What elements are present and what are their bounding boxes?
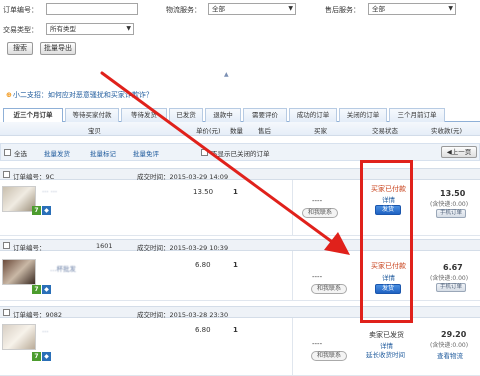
hide-closed-label: 不显示已关闭的订单: [211, 150, 270, 158]
chevron-down-icon: ▼: [126, 25, 131, 32]
product-thumbnail[interactable]: [2, 186, 36, 212]
col-item: 宝贝: [88, 127, 101, 135]
product-thumbnail[interactable]: [2, 324, 36, 350]
order-checkbox[interactable]: [3, 242, 10, 249]
collapse-icon[interactable]: ▲: [224, 71, 229, 78]
chevron-down-icon: ▼: [288, 5, 293, 12]
col-unit-price: 单价(元): [196, 127, 221, 135]
tab-refunding[interactable]: 退款中: [205, 108, 241, 122]
batch-free-eval-link[interactable]: 批量免评: [133, 148, 159, 158]
col-quantity: 数量: [230, 127, 243, 135]
trade-type-label: 交易类型：: [3, 26, 38, 34]
prev-page-button[interactable]: ◀上一页: [441, 146, 477, 158]
divider: [292, 318, 293, 376]
paid-amount: 29.20: [441, 330, 467, 339]
batch-ship-link[interactable]: 批量发货: [44, 148, 70, 158]
select-all-label: 全选: [14, 150, 27, 158]
highlight-box: [360, 160, 413, 323]
guarantee-icon: ◆: [42, 352, 51, 361]
quantity: 1: [233, 188, 238, 196]
aftersale-label: 售后服务：: [325, 6, 360, 14]
mobile-order-button[interactable]: 手机订单: [436, 283, 466, 292]
view-logistics-link[interactable]: 查看物流: [437, 350, 463, 360]
select-all-checkbox[interactable]: [4, 149, 11, 156]
aftersale-select[interactable]: 全部 ▼: [368, 3, 456, 15]
contact-buyer-button[interactable]: 和我联系: [302, 208, 338, 218]
column-header-row: 宝贝 单价(元) 数量 售后 买家 交易状态 实收款(元): [0, 122, 480, 136]
shipping-fee: (含快递:0.00): [430, 342, 469, 349]
seven-day-return-icon: 7: [32, 352, 41, 361]
tab-older-orders[interactable]: 三个月前订单: [389, 108, 445, 122]
tab-need-review[interactable]: 需要评价: [243, 108, 287, 122]
logistics-label: 物流服务：: [166, 6, 201, 14]
col-status: 交易状态: [372, 127, 398, 135]
contact-buyer-button[interactable]: 和我联系: [311, 284, 347, 294]
unit-price: 6.80: [195, 261, 211, 269]
trade-type-value: 所有类型: [50, 25, 76, 33]
tab-awaiting-payment[interactable]: 等待买家付款: [65, 108, 119, 122]
tab-awaiting-shipment[interactable]: 等待发货: [121, 108, 167, 122]
col-aftersale: 售后: [258, 127, 271, 135]
buyer-dash: ----: [312, 340, 323, 348]
col-buyer: 买家: [314, 127, 327, 135]
tab-shipped[interactable]: 已发货: [169, 108, 203, 122]
unit-price: 6.80: [195, 326, 211, 334]
chevron-down-icon: ▼: [448, 5, 453, 12]
product-title[interactable]: … …: [42, 186, 57, 194]
guarantee-icon: ◆: [42, 285, 51, 294]
quantity: 1: [233, 261, 238, 269]
col-paid: 实收款(元): [431, 127, 463, 135]
product-title[interactable]: …杯批发: [50, 263, 76, 273]
tip-notice[interactable]: ⊕小二支招：如何应对恶意骚扰和买家诈欺诈？: [6, 90, 153, 100]
tab-recent-three-months[interactable]: 近三个月订单: [3, 108, 63, 123]
order-tabs: 近三个月订单 等待买家付款 等待发货 已发货 退款中 需要评价 成功的订单 关闭…: [3, 108, 480, 123]
trade-type-select[interactable]: 所有类型 ▼: [46, 23, 134, 35]
tab-successful[interactable]: 成功的订单: [289, 108, 337, 122]
order-row-3: … 7 ◆ 6.80 1 ---- 和我联系 卖家已发货 详情 延长收货时间 2…: [0, 318, 480, 376]
aftersale-value: 全部: [372, 5, 385, 13]
seven-day-return-icon: 7: [32, 206, 41, 215]
buyer-dash: ----: [312, 273, 323, 281]
product-title[interactable]: …: [42, 326, 49, 334]
filter-panel: 订单编号： 物流服务： 全部 ▼ 售后服务： 全部 ▼ 交易类型： 所有类型 ▼…: [0, 0, 480, 78]
quantity: 1: [233, 326, 238, 334]
order-checkbox[interactable]: [3, 171, 10, 178]
guarantee-icon: ◆: [42, 206, 51, 215]
shipping-fee: (含快递:0.00): [430, 201, 469, 208]
buyer-dash: ----: [312, 197, 323, 205]
order-number-suffix: 1601: [96, 242, 113, 250]
divider: [292, 180, 293, 236]
order-status: 卖家已发货: [369, 331, 404, 339]
unit-price: 13.50: [193, 188, 214, 196]
batch-mark-link[interactable]: 批量标记: [90, 148, 116, 158]
hide-closed-checkbox[interactable]: [201, 149, 208, 156]
seven-day-return-icon: 7: [32, 285, 41, 294]
tab-closed[interactable]: 关闭的订单: [339, 108, 387, 122]
divider: [292, 251, 293, 301]
order-checkbox[interactable]: [3, 309, 10, 316]
logistics-select[interactable]: 全部 ▼: [208, 3, 296, 15]
product-thumbnail[interactable]: [2, 259, 36, 285]
search-button[interactable]: 搜索: [7, 42, 33, 55]
export-button[interactable]: 批量导出: [40, 42, 76, 55]
order-no-input[interactable]: [46, 3, 138, 15]
extend-receipt-link[interactable]: 延长收货时间: [366, 349, 405, 359]
paid-amount: 13.50: [440, 189, 466, 198]
logistics-value: 全部: [212, 5, 225, 13]
order-no-label: 订单编号：: [3, 6, 38, 14]
batch-toolbar: 全选 批量发货 批量标记 批量免评 不显示已关闭的订单 ◀上一页: [0, 143, 480, 161]
mobile-order-button[interactable]: 手机订单: [436, 209, 466, 218]
tip-icon: ⊕: [6, 91, 12, 99]
paid-amount: 6.67: [443, 263, 463, 272]
shipping-fee: (含快递:0.00): [430, 275, 469, 282]
contact-buyer-button[interactable]: 和我联系: [311, 351, 347, 361]
